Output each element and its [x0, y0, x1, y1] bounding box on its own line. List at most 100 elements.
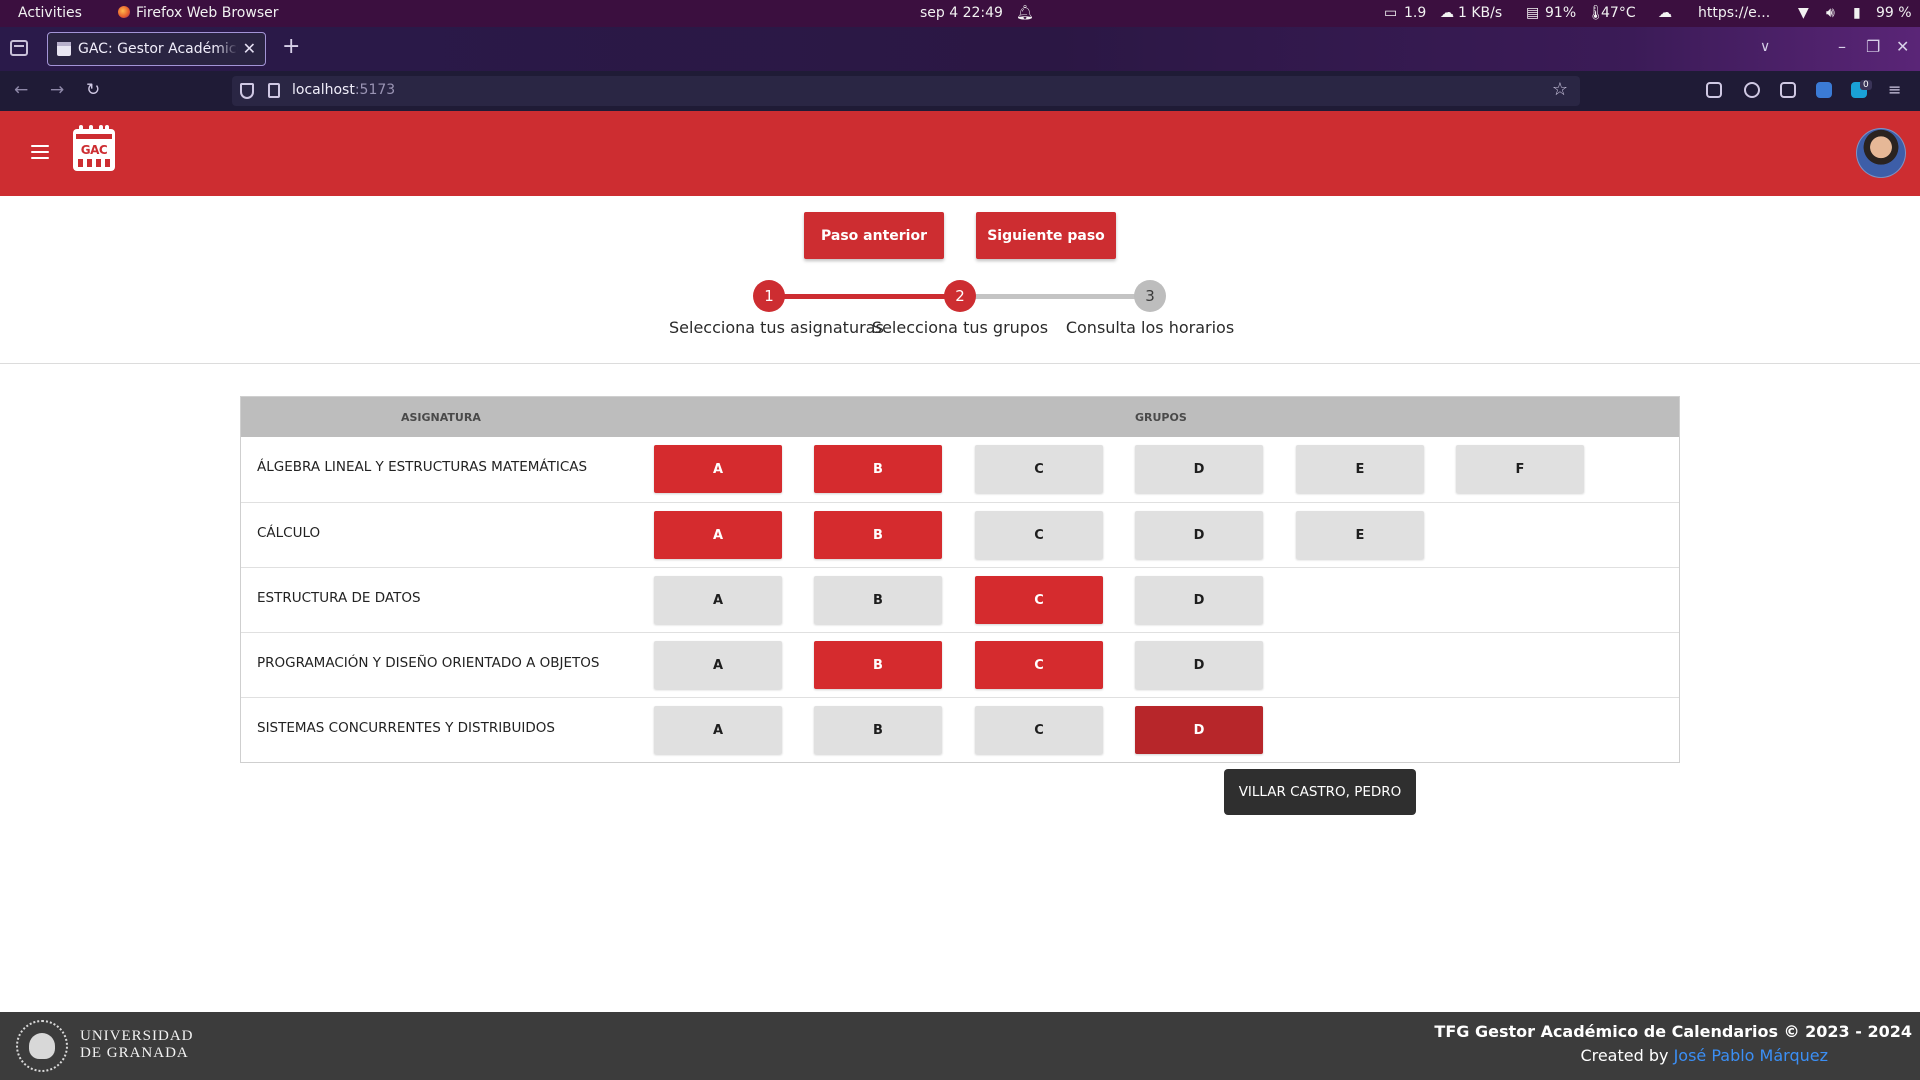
- step-circle[interactable]: 2: [944, 280, 976, 312]
- app-name: Firefox Web Browser: [136, 5, 279, 21]
- extension-badge: 0: [1860, 80, 1872, 90]
- gac-calendar-logo[interactable]: GAC: [73, 125, 115, 171]
- footer: UNIVERSIDAD DE GRANADA TFG Gestor Académ…: [0, 1012, 1920, 1080]
- close-tab-icon[interactable]: ✕: [243, 39, 256, 58]
- browser-tab-active[interactable]: GAC: Gestor Académico de Calendarios ✕: [47, 32, 266, 66]
- group-button-d[interactable]: D: [1135, 445, 1263, 493]
- bitwarden-icon[interactable]: [1816, 82, 1832, 98]
- tab-overview-icon[interactable]: [10, 40, 28, 56]
- step-circle[interactable]: 1: [753, 280, 785, 312]
- group-button-d[interactable]: D: [1135, 576, 1263, 624]
- bookmark-star-icon[interactable]: ☆: [1552, 79, 1568, 100]
- table-row: ESTRUCTURA DE DATOS A B C D: [241, 567, 1679, 632]
- back-icon[interactable]: ←: [14, 80, 28, 100]
- table-row: ÁLGEBRA LINEAL Y ESTRUCTURAS MATEMÁTICAS…: [241, 437, 1679, 502]
- app-header: GAC: [0, 111, 1920, 196]
- divider: [0, 363, 1920, 364]
- subject-name: SISTEMAS CONCURRENTES Y DISTRIBUIDOS: [257, 720, 555, 736]
- subject-name: ESTRUCTURA DE DATOS: [257, 590, 421, 606]
- column-header-groups: GRUPOS: [1135, 411, 1187, 424]
- temperature: 47°C: [1601, 5, 1636, 21]
- memory-icon: ▤: [1526, 5, 1540, 21]
- group-button-e[interactable]: E: [1296, 445, 1424, 493]
- battery-icon[interactable]: ▮: [1853, 5, 1861, 22]
- university-seal-logo: [16, 1020, 68, 1072]
- extensions-icon[interactable]: [1780, 82, 1796, 98]
- restore-icon[interactable]: ❐: [1866, 37, 1880, 56]
- group-button-a[interactable]: A: [654, 576, 782, 624]
- subject-name: CÁLCULO: [257, 525, 321, 541]
- footer-title: TFG Gestor Académico de Calendarios © 20…: [1434, 1022, 1912, 1041]
- university-name-line: DE GRANADA: [80, 1045, 189, 1061]
- forward-icon[interactable]: →: [50, 80, 64, 100]
- clock[interactable]: sep 4 22:49: [920, 5, 1003, 22]
- previous-step-button[interactable]: Paso anterior: [804, 212, 944, 259]
- alarm-icon: 🔔︎: [1016, 5, 1034, 21]
- account-icon[interactable]: [1744, 82, 1760, 98]
- group-button-e[interactable]: E: [1296, 511, 1424, 559]
- memory-usage: 91%: [1545, 5, 1577, 21]
- monitor-icon: ▭: [1384, 5, 1398, 21]
- url-port: :5173: [354, 82, 396, 98]
- created-by-label: Created by: [1580, 1046, 1674, 1065]
- tray-icon[interactable]: ☁: [1658, 5, 1672, 22]
- group-button-a[interactable]: A: [654, 706, 782, 754]
- group-button-a[interactable]: A: [654, 511, 782, 559]
- step-label: Selecciona tus asignaturas: [669, 318, 884, 337]
- battery-level: 99 %: [1876, 5, 1912, 21]
- chevron-down-icon[interactable]: ∨: [1760, 39, 1770, 55]
- table-header: ASIGNATURA GRUPOS: [241, 397, 1679, 437]
- activities-button[interactable]: Activities: [18, 5, 82, 22]
- group-button-f[interactable]: F: [1456, 445, 1584, 493]
- group-button-b[interactable]: B: [814, 445, 942, 493]
- pocket-icon[interactable]: [1706, 82, 1722, 98]
- column-header-subject: ASIGNATURA: [401, 411, 481, 424]
- stepper-track-completed: [769, 294, 960, 299]
- subject-name: PROGRAMACIÓN Y DISEÑO ORIENTADO A OBJETO…: [257, 655, 600, 671]
- group-button-b[interactable]: B: [814, 511, 942, 559]
- reload-icon[interactable]: ↻: [86, 80, 100, 100]
- step-label: Selecciona tus grupos: [871, 318, 1049, 337]
- firefox-icon: [118, 6, 130, 18]
- group-button-b[interactable]: B: [814, 576, 942, 624]
- hamburger-menu-icon[interactable]: ≡: [1888, 80, 1901, 99]
- avatar[interactable]: [1856, 128, 1906, 178]
- group-button-c[interactable]: C: [975, 576, 1103, 624]
- group-button-b[interactable]: B: [814, 706, 942, 754]
- app-menu[interactable]: Firefox Web Browser: [118, 5, 279, 22]
- step-circle[interactable]: 3: [1134, 280, 1166, 312]
- cloud-icon: ☁: [1440, 5, 1454, 21]
- subject-name: ÁLGEBRA LINEAL Y ESTRUCTURAS MATEMÁTICAS: [257, 459, 588, 475]
- group-button-c[interactable]: C: [975, 511, 1103, 559]
- group-button-d[interactable]: D: [1135, 706, 1263, 754]
- group-button-a[interactable]: A: [654, 445, 782, 493]
- page-icon[interactable]: [268, 83, 280, 98]
- group-button-a[interactable]: A: [654, 641, 782, 689]
- browser-nav-bar: ← → ↻ localhost:5173 ☆: [0, 71, 1920, 111]
- group-button-d[interactable]: D: [1135, 641, 1263, 689]
- minimize-icon[interactable]: –: [1838, 37, 1846, 56]
- network-speed: 1 KB/s: [1458, 5, 1503, 21]
- new-tab-icon[interactable]: +: [282, 34, 300, 59]
- shield-icon[interactable]: [240, 83, 254, 99]
- next-step-button[interactable]: Siguiente paso: [976, 212, 1116, 259]
- volume-icon[interactable]: 🔊︎: [1826, 5, 1835, 22]
- wifi-icon[interactable]: ▼: [1798, 5, 1809, 22]
- logo-text: GAC: [80, 143, 108, 157]
- close-window-icon[interactable]: ✕: [1896, 37, 1909, 56]
- group-button-c[interactable]: C: [975, 445, 1103, 493]
- group-button-b[interactable]: B: [814, 641, 942, 689]
- system-top-bar: Activities Firefox Web Browser sep 4 22:…: [0, 0, 1920, 27]
- group-button-c[interactable]: C: [975, 706, 1103, 754]
- address-bar[interactable]: localhost:5173 ☆: [232, 76, 1580, 106]
- group-selection-table: ASIGNATURA GRUPOS ÁLGEBRA LINEAL Y ESTRU…: [240, 396, 1680, 763]
- calendar-favicon-icon: [57, 42, 71, 56]
- menu-icon[interactable]: [31, 145, 49, 159]
- group-button-c[interactable]: C: [975, 641, 1103, 689]
- group-button-d[interactable]: D: [1135, 511, 1263, 559]
- table-row: SISTEMAS CONCURRENTES Y DISTRIBUIDOS A B C D: [241, 697, 1679, 762]
- university-name: UNIVERSIDAD DE GRANADA: [80, 1028, 194, 1062]
- author-link[interactable]: José Pablo Márquez: [1674, 1046, 1828, 1065]
- tab-title: GAC: Gestor Académico de Calendarios: [78, 41, 238, 57]
- url-indicator[interactable]: https://e...: [1698, 5, 1770, 22]
